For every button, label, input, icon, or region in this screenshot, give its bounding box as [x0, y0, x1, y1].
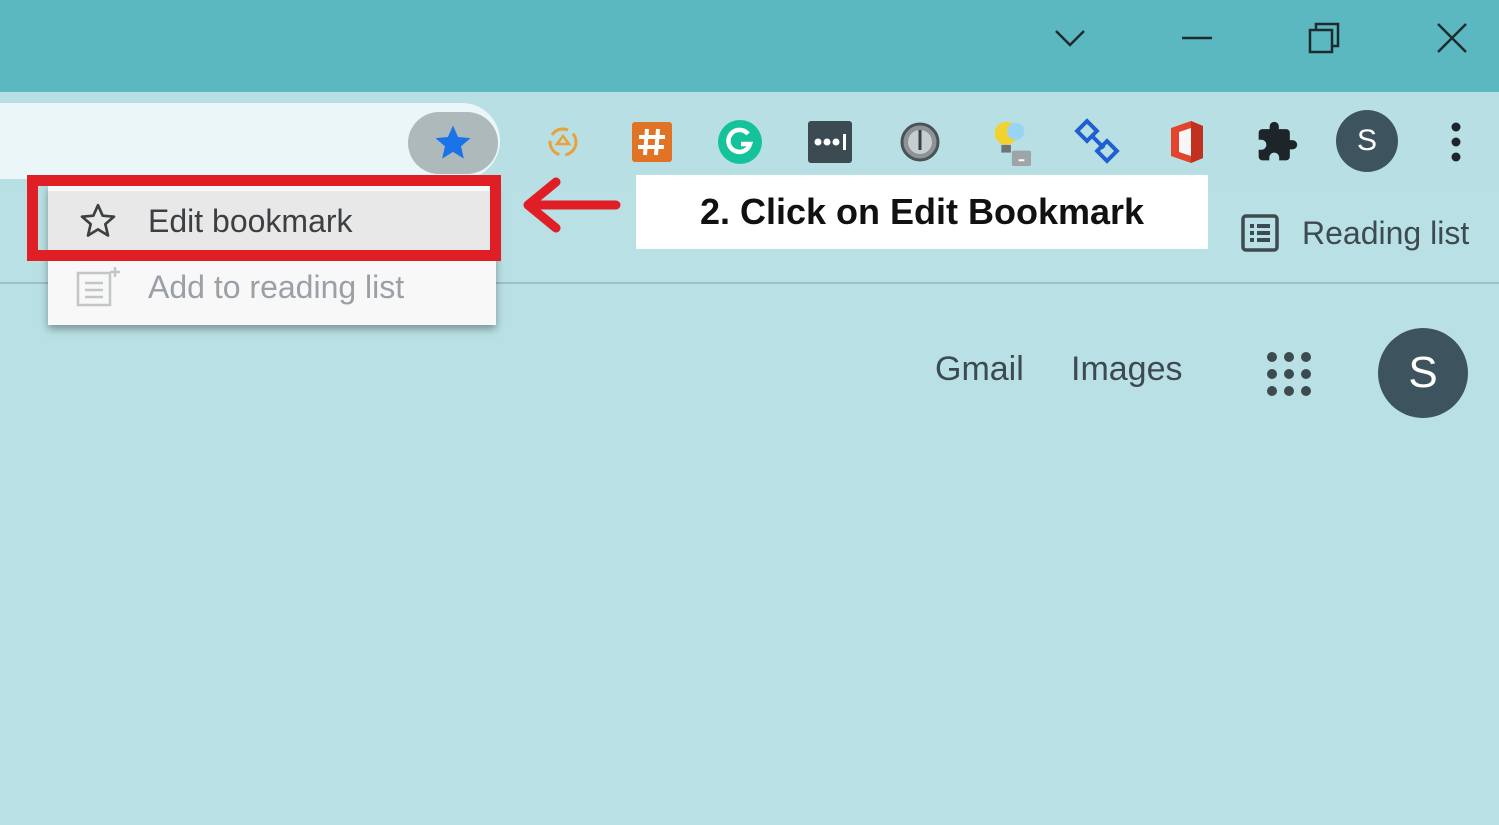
- puzzle-icon: [1258, 121, 1298, 161]
- chevron-down-icon: [1055, 30, 1085, 47]
- close-button[interactable]: [1428, 14, 1476, 62]
- menu-item-label: Add to reading list: [148, 268, 405, 305]
- close-icon: [1437, 23, 1467, 53]
- reading-list-icon: [1241, 214, 1279, 252]
- circle-arrows-icon: [548, 127, 578, 157]
- extension-circle-arrows[interactable]: [539, 118, 587, 166]
- red-arrow-icon: [523, 177, 621, 233]
- star-filled-icon: [435, 125, 471, 159]
- extension-grammarly[interactable]: [716, 118, 764, 166]
- chrome-menu-button[interactable]: [1432, 118, 1480, 166]
- bookmark-star-button[interactable]: [408, 112, 498, 174]
- title-bar: [0, 0, 1499, 92]
- restore-icon: [1308, 22, 1340, 54]
- reading-list-add-icon: [48, 265, 148, 309]
- google-apps-button[interactable]: [1264, 349, 1314, 399]
- grammarly-icon: [718, 120, 762, 164]
- menu-item-add-to-reading-list[interactable]: Add to reading list: [48, 257, 496, 317]
- extension-lightbulb[interactable]: [985, 118, 1033, 166]
- password-dots-icon: [808, 121, 852, 163]
- profile-avatar-button[interactable]: S: [1336, 110, 1398, 172]
- reading-list-button[interactable]: Reading list: [1240, 208, 1469, 258]
- instruction-callout: 2. Click on Edit Bookmark: [636, 175, 1208, 249]
- extension-diamond-link[interactable]: [1074, 118, 1122, 166]
- office-icon: [1171, 121, 1203, 163]
- reading-list-label: Reading list: [1302, 214, 1470, 251]
- google-account-avatar[interactable]: S: [1378, 328, 1468, 418]
- extensions-menu-button[interactable]: [1253, 118, 1301, 166]
- extension-compass[interactable]: [896, 118, 944, 166]
- highlight-box: [27, 175, 501, 261]
- compass-icon: [900, 122, 940, 162]
- minimize-button[interactable]: [1173, 14, 1221, 62]
- extension-password-manager[interactable]: [806, 118, 854, 166]
- extension-office[interactable]: [1163, 118, 1211, 166]
- gmail-link[interactable]: Gmail: [935, 350, 1024, 389]
- extension-hashtag[interactable]: [628, 118, 676, 166]
- apps-grid-icon: [1267, 352, 1311, 396]
- kebab-menu-icon: [1451, 122, 1461, 162]
- restore-button[interactable]: [1300, 14, 1348, 62]
- lightbulb-icon: [994, 121, 1032, 166]
- images-link[interactable]: Images: [1071, 350, 1183, 389]
- tab-search-button[interactable]: [1046, 14, 1094, 62]
- diamond-link-icon: [1074, 118, 1120, 164]
- minimize-icon: [1182, 36, 1212, 40]
- hashtag-icon: [632, 122, 672, 162]
